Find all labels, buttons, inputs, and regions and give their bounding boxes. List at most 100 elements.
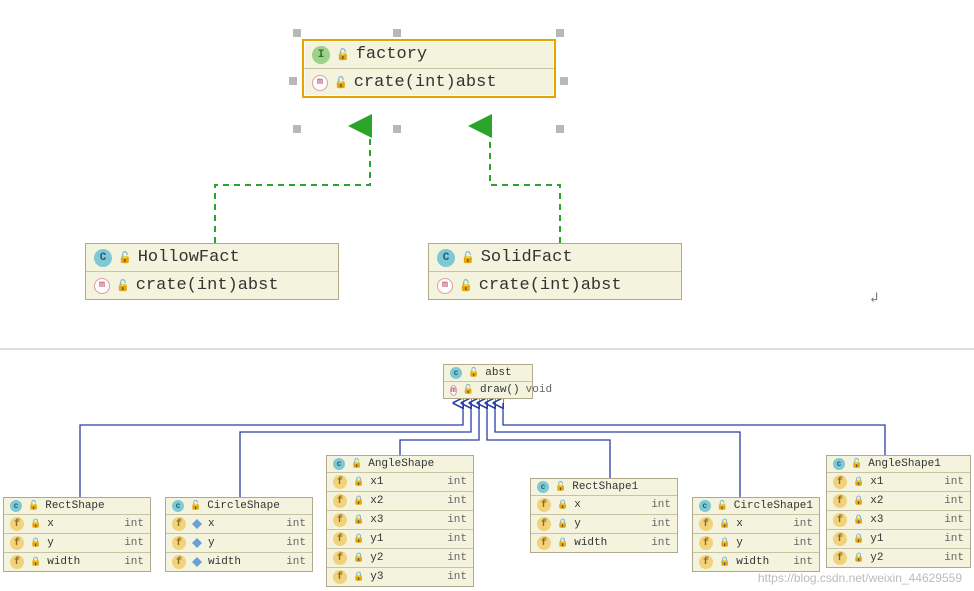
resize-handle[interactable]: [293, 29, 301, 37]
field-name: x3: [370, 514, 383, 526]
field-row[interactable]: f 🔒 x2 int: [327, 492, 473, 511]
class-name: factory: [356, 45, 427, 64]
lock-icon: 🔒: [30, 519, 41, 529]
field-row[interactable]: f 🔒 y int: [4, 534, 150, 553]
class-angleshape1[interactable]: c 🔓 AngleShape1 f 🔒 x1 int f 🔒 x2 int f …: [826, 455, 971, 568]
class-icon: c: [833, 458, 845, 470]
method-icon: m: [94, 278, 110, 294]
resize-handle[interactable]: [393, 29, 401, 37]
field-row[interactable]: f 🔒 y int: [693, 534, 819, 553]
lock-icon: 🔒: [353, 477, 364, 487]
field-row[interactable]: f 🔒 width int: [693, 553, 819, 571]
method-row[interactable]: m 🔓 crate(int)abst: [429, 272, 681, 299]
lock-icon: 🔓: [336, 48, 350, 62]
field-icon: f: [699, 536, 713, 550]
class-icon: c: [333, 458, 345, 470]
class-angleshape[interactable]: c 🔓 AngleShape f 🔒 x1 int f 🔒 x2 int f 🔒…: [326, 455, 474, 587]
field-type: int: [651, 518, 671, 530]
field-name: x1: [870, 476, 883, 488]
field-row[interactable]: f 🔒 x int: [693, 515, 819, 534]
lock-icon: 🔒: [853, 496, 864, 506]
class-factory[interactable]: I 🔓 factory m 🔓 crate(int)abst: [302, 39, 556, 98]
class-name: AngleShape1: [868, 458, 941, 470]
field-type: int: [124, 556, 144, 568]
class-rectshape1[interactable]: c 🔓 RectShape1 f 🔒 x int f 🔒 y int f 🔒 w…: [530, 478, 678, 553]
class-circleshape[interactable]: c 🔓 CircleShape f x int f y int f width …: [165, 497, 313, 572]
resize-handle[interactable]: [393, 125, 401, 133]
class-name: RectShape: [45, 500, 104, 512]
field-row[interactable]: f 🔒 x3 int: [827, 511, 970, 530]
field-row[interactable]: f 🔒 x int: [4, 515, 150, 534]
field-row[interactable]: f x int: [166, 515, 312, 534]
field-name: x2: [870, 495, 883, 507]
method-row[interactable]: m 🔓 crate(int)abst: [304, 69, 554, 96]
class-abst[interactable]: c 🔓 abst m 🔓 draw() void: [443, 364, 533, 399]
field-row[interactable]: f 🔒 width int: [4, 553, 150, 571]
lock-icon: 🔒: [719, 519, 730, 529]
class-header: c 🔓 AngleShape: [327, 456, 473, 473]
field-row[interactable]: f 🔒 y3 int: [327, 568, 473, 586]
field-icon: f: [833, 513, 847, 527]
field-name: y1: [370, 533, 383, 545]
resize-handle[interactable]: [556, 125, 564, 133]
field-row[interactable]: f 🔒 x1 int: [827, 473, 970, 492]
field-name: y: [47, 537, 54, 549]
field-row[interactable]: f 🔒 y int: [531, 515, 677, 534]
field-icon: f: [10, 536, 24, 550]
class-icon: c: [537, 481, 549, 493]
field-row[interactable]: f y int: [166, 534, 312, 553]
lock-icon: 🔓: [468, 368, 479, 378]
field-row[interactable]: f 🔒 width int: [531, 534, 677, 552]
diagram-canvas[interactable]: I 🔓 factory m 🔓 crate(int)abst C 🔓 Hollo…: [0, 0, 974, 591]
field-icon: f: [537, 498, 551, 512]
method-row[interactable]: m 🔓 crate(int)abst: [86, 272, 338, 299]
resize-handle[interactable]: [293, 125, 301, 133]
lock-icon: 🔒: [353, 553, 364, 563]
resize-handle[interactable]: [560, 77, 568, 85]
lock-icon: 🔒: [353, 572, 364, 582]
class-rectshape[interactable]: c 🔓 RectShape f 🔒 x int f 🔒 y int f 🔒 wi…: [3, 497, 151, 572]
lock-icon: 🔒: [30, 538, 41, 548]
class-hollowfact[interactable]: C 🔓 HollowFact m 🔓 crate(int)abst: [85, 243, 339, 300]
lock-icon: 🔓: [28, 501, 39, 511]
field-row[interactable]: f 🔒 x int: [531, 496, 677, 515]
class-header: C 🔓 SolidFact: [429, 244, 681, 272]
field-type: int: [651, 537, 671, 549]
lock-icon: 🔒: [853, 553, 864, 563]
lock-icon: 🔓: [459, 279, 473, 293]
lock-icon: 🔒: [557, 519, 568, 529]
class-solidfact[interactable]: C 🔓 SolidFact m 🔓 crate(int)abst: [428, 243, 682, 300]
field-name: x: [736, 518, 743, 530]
field-name: y: [736, 537, 743, 549]
field-icon: f: [333, 475, 347, 489]
method-row[interactable]: m 🔓 draw() void: [444, 382, 532, 398]
method-icon: m: [437, 278, 453, 294]
lock-icon: 🔓: [851, 459, 862, 469]
field-type: int: [447, 514, 467, 526]
field-name: width: [736, 556, 769, 568]
field-icon: f: [333, 532, 347, 546]
class-header: c 🔓 abst: [444, 365, 532, 382]
section-divider: [0, 348, 974, 350]
class-name: abst: [485, 367, 511, 379]
field-icon: f: [172, 555, 186, 569]
class-header: c 🔓 RectShape1: [531, 479, 677, 496]
lock-icon: 🔓: [190, 501, 201, 511]
field-row[interactable]: f width int: [166, 553, 312, 571]
field-row[interactable]: f 🔒 y2 int: [827, 549, 970, 567]
resize-handle[interactable]: [556, 29, 564, 37]
field-row[interactable]: f 🔒 x3 int: [327, 511, 473, 530]
field-row[interactable]: f 🔒 y1 int: [327, 530, 473, 549]
field-icon: f: [833, 532, 847, 546]
class-name: RectShape1: [572, 481, 638, 493]
resize-handle[interactable]: [289, 77, 297, 85]
method-sig: crate(int)abst: [479, 276, 622, 295]
field-row[interactable]: f 🔒 y2 int: [327, 549, 473, 568]
field-icon: f: [172, 517, 186, 531]
field-icon: f: [172, 536, 186, 550]
field-row[interactable]: f 🔒 y1 int: [827, 530, 970, 549]
field-row[interactable]: f 🔒 x1 int: [327, 473, 473, 492]
field-row[interactable]: f 🔒 x2 int: [827, 492, 970, 511]
class-icon: C: [94, 249, 112, 267]
class-circleshape1[interactable]: c 🔓 CircleShape1 f 🔒 x int f 🔒 y int f 🔒…: [692, 497, 820, 572]
